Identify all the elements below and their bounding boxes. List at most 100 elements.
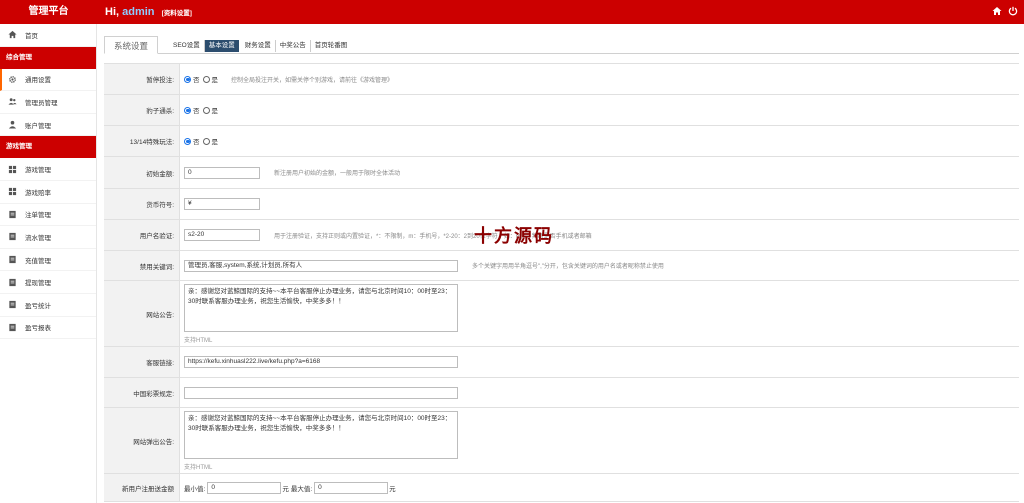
tab-basic[interactable]: 基本设置 [204,40,239,52]
service-link-input[interactable]: https://kefu.xinhuasl222.live/kefu.php?a… [184,356,458,368]
tab-bar: 系统设置 SEO设置 基本设置 财务设置 中奖公告 首页轮番图 [104,36,1019,54]
power-icon[interactable] [1008,6,1018,16]
max-amount-input[interactable]: 0 [314,481,389,494]
support-html-note: 支持HTML [184,337,213,344]
radio-pause-yes[interactable]: 是 [202,74,218,84]
sidebar-section-games: 游戏管理 [0,136,96,159]
grid-icon [8,187,17,196]
sidebar-item-profit-stats[interactable]: 盈亏统计 [0,294,96,317]
sidebar-item-recharge-management[interactable]: 充值管理 [0,249,96,272]
min-label: 最小值: [184,485,206,493]
grid-icon [8,165,17,174]
form-row-site-notice: 网站公告: 亲：感谢您对蓝鲸国际的支持~~本平台客服停止办理业务，请您与北京时间… [104,281,1019,347]
field-label: 用户名验证: [104,220,180,250]
sidebar-item-label: 流水管理 [25,234,51,242]
field-label: 网站公告: [104,281,180,346]
field-label: 暂停投注: [104,64,180,94]
radio-1314-no[interactable]: 否 [184,136,200,146]
form-row-currency: 货币符号: ¥ [104,189,1019,220]
radio-label: 是 [211,139,219,146]
tab-carousel[interactable]: 首页轮番图 [311,40,352,52]
popup-notice-textarea[interactable]: 亲：感谢您对蓝鲸国际的支持~~本平台客服停止办理业务，请您与北京时间10：00时… [184,410,458,459]
username-rule-input[interactable]: s2-20 [184,229,260,241]
list-icon [8,278,17,287]
sidebar-item-label: 账户管理 [25,122,51,130]
users-icon [8,97,17,106]
sidebar-item-label: 游戏赔率 [25,189,51,197]
min-amount-input[interactable]: 0 [207,481,282,494]
field-hint: 控制全局投注开关，如需关停个别游戏，请前往《游戏管理》 [231,77,394,84]
sidebar-item-label: 充值管理 [25,257,51,265]
sidebar-item-game-management[interactable]: 游戏管理 [0,158,96,181]
sidebar: 首页 综合管理 通用设置 管理员管理 账户管理 游戏管理 游戏管理 游戏赔率 注… [0,24,97,503]
field-hint: 新注册用户初始的金额，一般用于限时全体活动 [274,171,401,177]
sidebar-item-label: 盈亏统计 [25,302,51,310]
currency-input[interactable]: ¥ [184,198,260,210]
sidebar-item-withdraw-management[interactable]: 提现管理 [0,271,96,294]
form-row-banned-words: 禁用关键词: 管理员,客服,system,系统,计划员,所有人 多个关键字用用半… [104,251,1019,281]
sidebar-item-bet-management[interactable]: 注单管理 [0,204,96,227]
sidebar-item-label: 首页 [25,32,38,40]
radio-label: 是 [211,108,219,115]
sidebar-item-home[interactable]: 首页 [0,24,96,47]
brand-title: 管理平台 [28,6,69,17]
init-amount-input[interactable]: 0 [184,166,260,179]
home-icon [8,30,17,39]
field-label: 客服链接: [104,347,180,377]
sidebar-item-label: 通用设置 [25,77,51,85]
gear-icon [8,75,17,84]
field-label: 中国彩票规定: [104,378,180,407]
profile-settings-link[interactable]: [资料设置] [162,10,192,17]
sidebar-item-label: 盈亏报表 [25,325,51,333]
greeting-text: Hi, [105,6,120,18]
unit-label: 元 [389,485,396,493]
support-html-note: 支持HTML [184,464,213,471]
form-row-lottery-rules: 中国彩票规定: [104,378,1019,408]
tab-system-settings[interactable]: 系统设置 [104,36,159,54]
sidebar-item-label: 游戏管理 [25,167,51,175]
top-bar: 管理平台 Hi, admin [资料设置] [0,0,1024,24]
sidebar-item-game-odds[interactable]: 游戏赔率 [0,181,96,204]
field-hint: 多个关键字用用半角逗号","分开，包含关键词的用户名或者昵称禁止使用 [472,264,664,270]
field-label: 新用户注册送金额 [104,474,180,501]
form-row-new-user-gift: 新用户注册送金额 最小值: 0 元 最大值: 0 元 [104,474,1019,502]
field-label: 货币符号: [104,189,180,219]
radio-1314-yes[interactable]: 是 [202,136,219,146]
form-row-username-rule: 用户名验证: s2-20 用于注册验证，支持正则或内置验证，*：不限制，m：手机… [104,220,1019,251]
watermark: 十方源码 [474,226,554,247]
tab-winning-notice[interactable]: 中奖公告 [276,40,311,52]
user-icon [8,120,17,129]
lottery-rules-input[interactable] [184,386,458,399]
tab-seo[interactable]: SEO设置 [169,40,205,52]
radio-label: 否 [193,77,200,84]
radio-label: 否 [193,139,200,146]
form-row-leopard: 豹子通杀: 否 是 [104,95,1019,126]
list-icon [8,323,17,332]
username: admin [122,6,155,18]
tab-finance[interactable]: 财务设置 [241,40,276,52]
field-label: 禁用关键词: [104,251,180,280]
sidebar-item-turnover-management[interactable]: 流水管理 [0,226,96,249]
form-row-service-link: 客服链接: https://kefu.xinhuasl222.live/kefu… [104,347,1019,378]
sidebar-item-account-management[interactable]: 账户管理 [0,114,96,137]
list-icon [8,232,17,241]
sidebar-item-admin-management[interactable]: 管理员管理 [0,91,96,114]
greeting: Hi, admin [资料设置] [105,0,192,24]
radio-leopard-no[interactable]: 否 [184,105,200,115]
site-notice-textarea[interactable]: 亲：感谢您对蓝鲸国际的支持~~本平台客服停止办理业务，请您与北京时间10：00时… [184,283,458,332]
list-icon [8,300,17,309]
field-label: 13/14特殊玩法: [104,126,180,156]
list-icon [8,255,17,264]
main-content: 系统设置 SEO设置 基本设置 财务设置 中奖公告 首页轮番图 暂停投注: 否 … [104,24,1024,503]
settings-form: 暂停投注: 否 是 控制全局投注开关，如需关停个别游戏，请前往《游戏管理》 豹子… [104,63,1019,502]
banned-words-input[interactable]: 管理员,客服,system,系统,计划员,所有人 [184,259,458,272]
sidebar-item-general-settings[interactable]: 通用设置 [0,68,96,92]
sidebar-item-profit-report[interactable]: 盈亏报表 [0,317,96,340]
home-icon[interactable] [992,6,1002,16]
form-row-special-1314: 13/14特殊玩法: 否 是 [104,126,1019,157]
radio-label: 否 [193,108,200,115]
radio-pause-no[interactable]: 否 [184,74,200,84]
field-label: 网站弹出公告: [104,408,180,473]
radio-leopard-yes[interactable]: 是 [202,105,219,115]
max-label: 最大值: [290,485,313,493]
